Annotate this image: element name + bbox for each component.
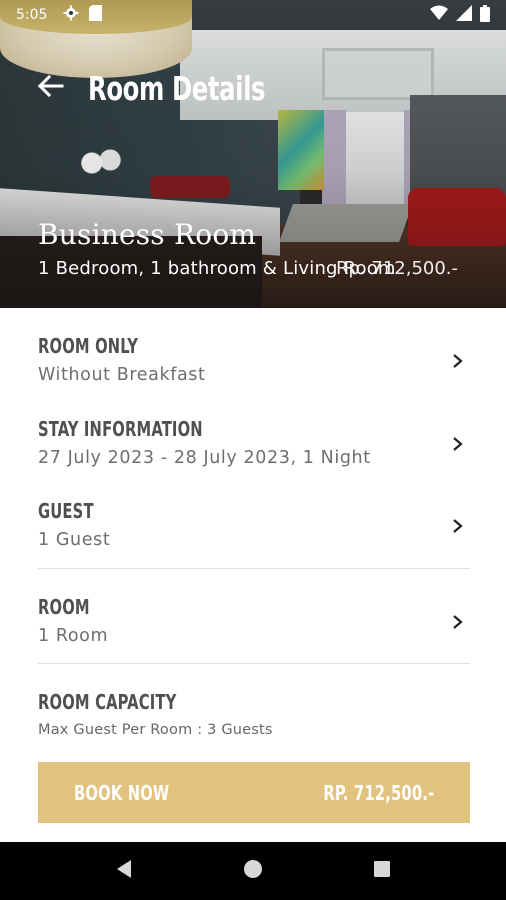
sd-card-icon (89, 5, 103, 25)
row-title: STAY INFORMATION (38, 417, 203, 441)
room-price: Rp. 712,500.- (336, 258, 459, 279)
total-price: RP. 712,500.- (323, 780, 434, 805)
chevron-right-icon (448, 435, 466, 453)
wifi-icon (430, 5, 448, 25)
chevron-right-icon (448, 352, 466, 370)
system-nav-bar (0, 842, 506, 900)
home-circle-icon (243, 859, 263, 883)
nav-back-button[interactable] (104, 851, 144, 891)
divider (38, 663, 470, 664)
meal-plan-row[interactable]: ROOM ONLY Without Breakfast (0, 334, 506, 385)
row-value: 1 Room (38, 626, 109, 646)
book-now-label: BOOK NOW (74, 780, 170, 805)
room-capacity-section: ROOM CAPACITY Max Guest Per Room : 3 Gue… (0, 690, 506, 738)
row-title: ROOM ONLY (38, 334, 139, 358)
nav-home-button[interactable] (233, 851, 273, 891)
divider (38, 568, 470, 569)
row-value: Without Breakfast (38, 365, 206, 385)
app-bar: Room Details (0, 60, 304, 116)
recents-square-icon (373, 860, 391, 882)
nav-recents-button[interactable] (362, 851, 402, 891)
row-title: GUEST (38, 499, 94, 523)
arrow-left-icon (36, 74, 64, 102)
book-now-button[interactable]: BOOK NOW RP. 712,500.- (38, 762, 470, 823)
signal-icon (456, 5, 472, 25)
capacity-value: Max Guest Per Room : 3 Guests (38, 722, 273, 738)
guest-row[interactable]: GUEST 1 Guest (0, 499, 506, 550)
status-time: 5:05 (16, 7, 48, 23)
battery-icon (480, 4, 490, 26)
row-value: 1 Guest (38, 530, 111, 550)
back-triangle-icon (115, 859, 133, 883)
row-title: ROOM (38, 595, 90, 619)
gear-icon (63, 5, 79, 25)
back-button[interactable] (0, 60, 98, 116)
row-value: 27 July 2023 - 28 July 2023, 1 Night (38, 448, 371, 468)
chevron-right-icon (448, 613, 466, 631)
chevron-right-icon (448, 517, 466, 535)
stay-information-row[interactable]: STAY INFORMATION 27 July 2023 - 28 July … (0, 417, 506, 468)
room-name: Business Room (38, 218, 257, 251)
page-title: Room Details (88, 68, 266, 108)
status-bar: 5:05 (0, 0, 506, 30)
row-title: ROOM CAPACITY (38, 690, 177, 714)
room-count-row[interactable]: ROOM 1 Room (0, 595, 506, 646)
